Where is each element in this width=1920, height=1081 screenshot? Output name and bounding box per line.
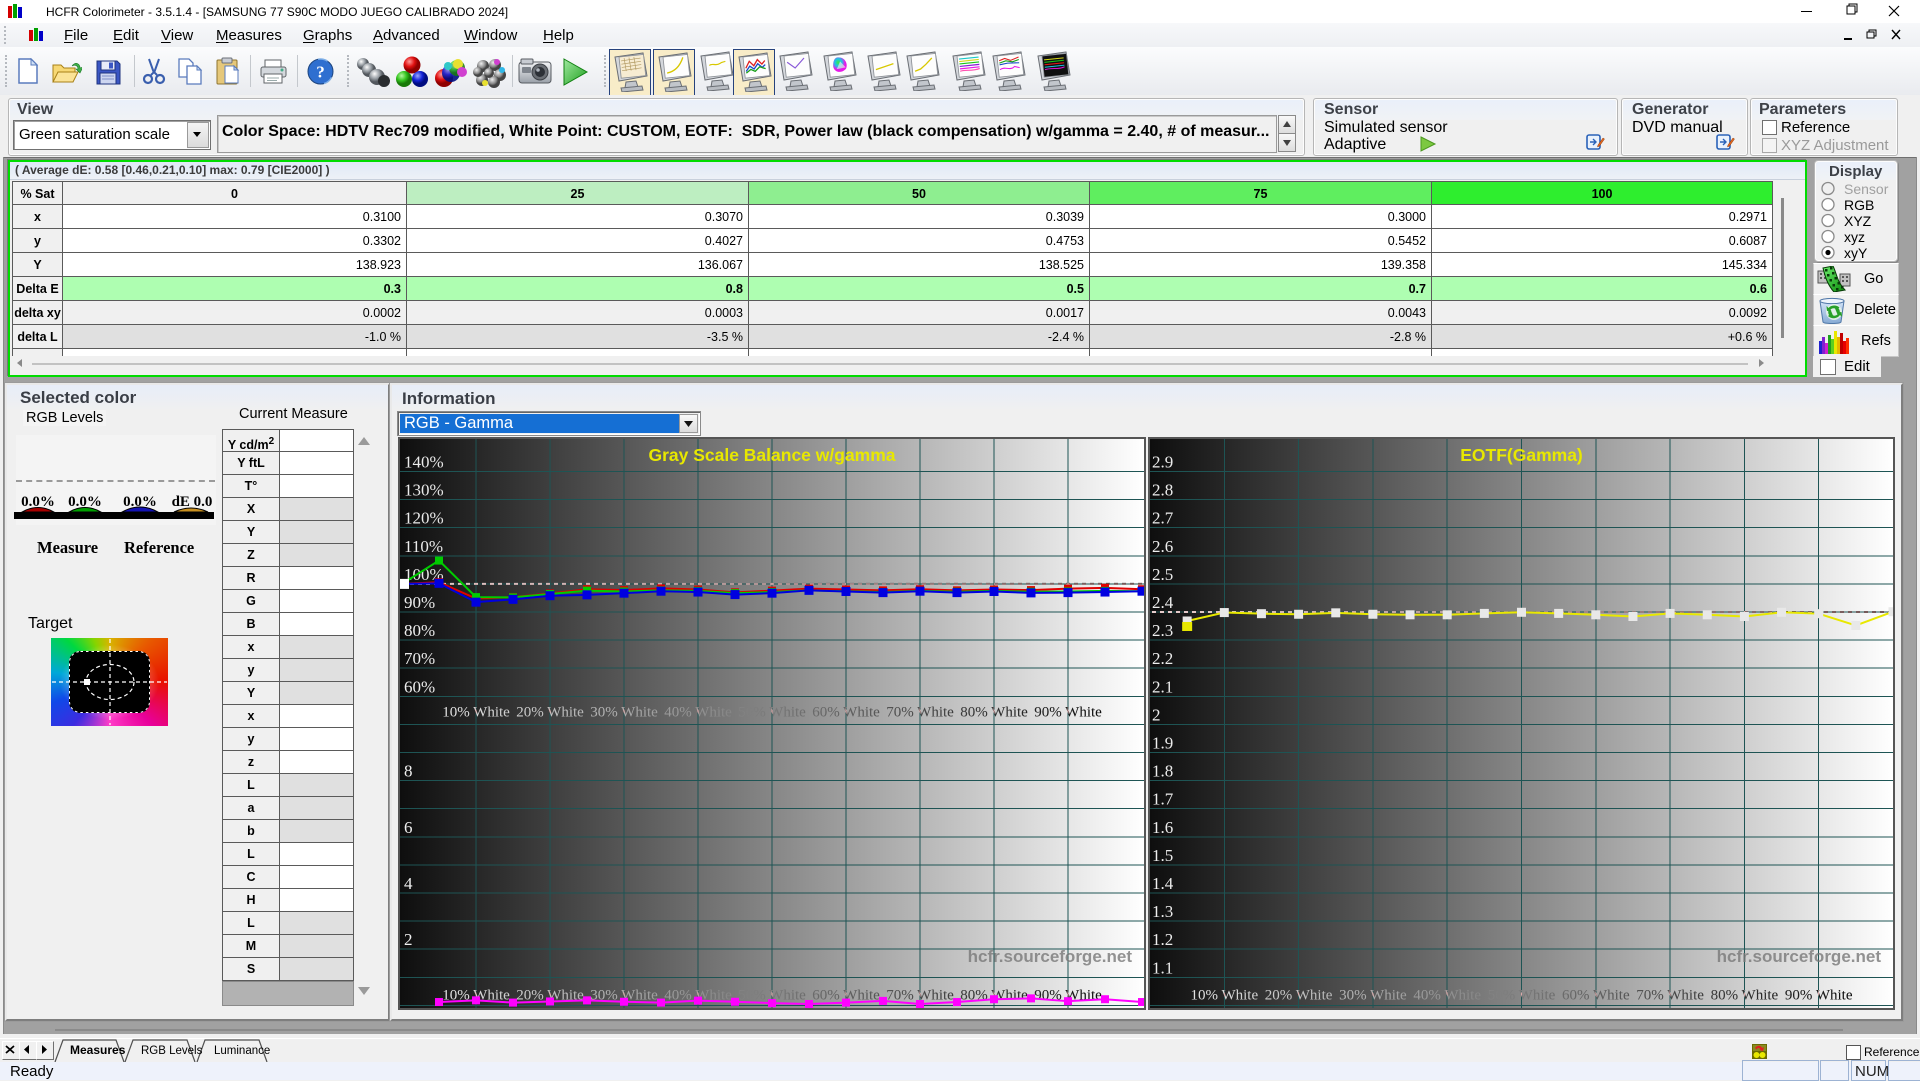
svg-text:Gray Scale Balance w/gamma: Gray Scale Balance w/gamma: [648, 445, 895, 465]
svg-text:2.4: 2.4: [1152, 593, 1174, 612]
svg-text:2.5: 2.5: [1152, 565, 1173, 584]
svg-text:hcfr.sourceforge.net: hcfr.sourceforge.net: [968, 947, 1133, 966]
svg-text:70% White: 70% White: [886, 704, 954, 720]
svg-text:50% White: 50% White: [1488, 987, 1556, 1003]
svg-text:1.1: 1.1: [1152, 958, 1173, 977]
svg-text:20% White: 20% White: [1265, 987, 1333, 1003]
svg-text:1.9: 1.9: [1152, 734, 1173, 753]
svg-text:Measures: Measures: [70, 1043, 126, 1057]
svg-text:8: 8: [404, 762, 413, 781]
svg-text:30% White: 30% White: [1339, 987, 1407, 1003]
svg-text:6: 6: [404, 818, 413, 837]
svg-text:hcfr.sourceforge.net: hcfr.sourceforge.net: [1717, 947, 1882, 966]
svg-text:40% White: 40% White: [664, 704, 732, 720]
svg-text:EOTF(Gamma): EOTF(Gamma): [1460, 445, 1583, 465]
svg-text:50% White: 50% White: [738, 704, 806, 720]
svg-text:RGB Levels: RGB Levels: [141, 1045, 203, 1057]
svg-text:0.0%: 0.0%: [68, 494, 102, 510]
svg-text:40% White: 40% White: [1413, 987, 1481, 1003]
svg-text:110%: 110%: [404, 537, 443, 556]
svg-text:1.3: 1.3: [1152, 902, 1173, 921]
svg-text:1.2: 1.2: [1152, 930, 1173, 949]
svg-text:1.8: 1.8: [1152, 762, 1173, 781]
svg-text:60% White: 60% White: [812, 704, 880, 720]
svg-text:10% White: 10% White: [442, 704, 510, 720]
svg-text:1.7: 1.7: [1152, 790, 1174, 809]
svg-text:10% White: 10% White: [1190, 987, 1258, 1003]
svg-text:2: 2: [1152, 705, 1161, 724]
svg-text:2.6: 2.6: [1152, 537, 1173, 556]
svg-text:70% White: 70% White: [1636, 987, 1704, 1003]
svg-text:2.7: 2.7: [1152, 509, 1174, 528]
svg-text:80% White: 80% White: [960, 704, 1028, 720]
svg-text:70%: 70%: [404, 649, 435, 668]
svg-text:2.9: 2.9: [1152, 453, 1173, 472]
svg-text:Luminance: Luminance: [214, 1045, 270, 1057]
svg-text:130%: 130%: [404, 481, 444, 500]
svg-text:140%: 140%: [404, 453, 444, 472]
svg-text:4: 4: [404, 874, 413, 893]
svg-text:20% White: 20% White: [516, 704, 584, 720]
svg-text:?: ?: [316, 63, 325, 82]
svg-text:2.8: 2.8: [1152, 481, 1173, 500]
svg-text:60% White: 60% White: [1562, 987, 1630, 1003]
svg-text:90% White: 90% White: [1785, 987, 1853, 1003]
svg-text:2.2: 2.2: [1152, 649, 1173, 668]
svg-text:80% White: 80% White: [1711, 987, 1779, 1003]
svg-text:90% White: 90% White: [1034, 704, 1102, 720]
svg-text:1.5: 1.5: [1152, 846, 1173, 865]
svg-text:90%: 90%: [404, 593, 435, 612]
svg-text:120%: 120%: [404, 509, 444, 528]
svg-text:1.4: 1.4: [1152, 874, 1174, 893]
svg-text:0.0%: 0.0%: [123, 494, 157, 510]
svg-text:0.0%: 0.0%: [21, 494, 55, 510]
svg-text:60%: 60%: [404, 677, 435, 696]
svg-text:2.3: 2.3: [1152, 621, 1173, 640]
svg-text:80%: 80%: [404, 621, 435, 640]
svg-text:2.1: 2.1: [1152, 677, 1173, 696]
svg-text:2: 2: [404, 930, 413, 949]
svg-text:1.6: 1.6: [1152, 818, 1173, 837]
svg-text:30% White: 30% White: [590, 704, 658, 720]
svg-text:dE 0.0: dE 0.0: [172, 494, 213, 510]
